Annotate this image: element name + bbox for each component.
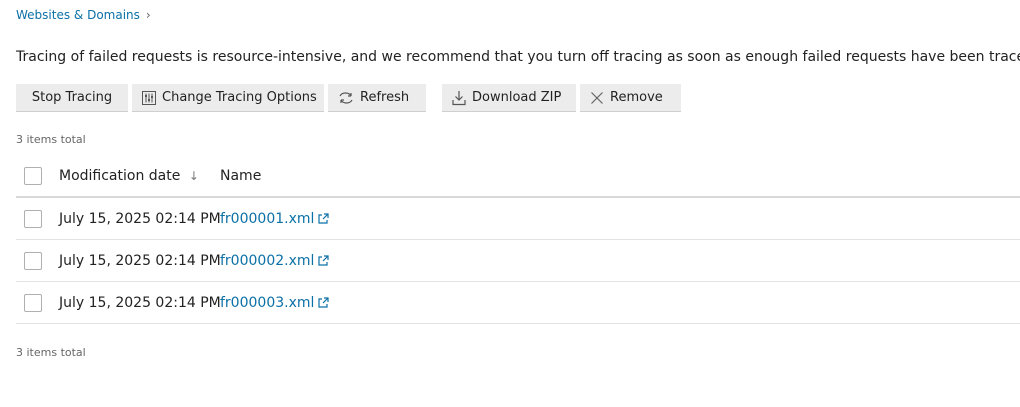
download-zip-button[interactable]: Download ZIP (442, 84, 576, 112)
row-checkbox[interactable] (24, 293, 42, 312)
download-icon (452, 90, 466, 106)
sort-down-icon: ↓ (188, 169, 199, 183)
table-header: Modification date ↓ Name (16, 156, 1020, 198)
chevron-right-icon: › (145, 8, 151, 22)
table-row: July 15, 2025 02:14 PM fr000001.xml (16, 198, 1020, 240)
page: Websites & Domains › Tracing of failed r… (0, 0, 1020, 407)
row-name: fr000003.xml (220, 295, 329, 311)
toolbar: Stop Tracing Change Tracing Options Refr… (16, 84, 685, 112)
column-header-date[interactable]: Modification date ↓ (59, 168, 220, 184)
external-link-icon[interactable] (318, 213, 329, 224)
stop-tracing-button[interactable]: Stop Tracing (16, 84, 128, 112)
row-date: July 15, 2025 02:14 PM (59, 294, 221, 311)
external-link-icon[interactable] (318, 297, 329, 308)
refresh-button[interactable]: Refresh (328, 84, 426, 112)
change-tracing-options-label: Change Tracing Options (162, 90, 317, 105)
row-checkbox[interactable] (24, 251, 42, 270)
table-row: July 15, 2025 02:14 PM fr000002.xml (16, 240, 1020, 282)
refresh-icon (338, 91, 354, 105)
row-name: fr000002.xml (220, 253, 329, 269)
table-row: July 15, 2025 02:14 PM fr000003.xml (16, 282, 1020, 324)
row-name: fr000001.xml (220, 211, 329, 227)
remove-label: Remove (610, 90, 663, 105)
select-all-checkbox[interactable] (24, 167, 42, 185)
row-date: July 15, 2025 02:14 PM (59, 210, 221, 227)
refresh-label: Refresh (360, 90, 410, 105)
column-header-name[interactable]: Name (220, 168, 261, 184)
breadcrumb: Websites & Domains › (16, 8, 151, 22)
close-icon (590, 91, 604, 105)
settings-sliders-icon (142, 90, 156, 105)
items-total-top: 3 items total (16, 133, 86, 146)
stop-tracing-label: Stop Tracing (31, 90, 113, 105)
file-link[interactable]: fr000002.xml (220, 253, 314, 269)
files-table: Modification date ↓ Name July 15, 2025 0… (16, 156, 1020, 324)
download-zip-label: Download ZIP (472, 90, 562, 105)
breadcrumb-link[interactable]: Websites & Domains (16, 8, 140, 22)
column-header-date-label: Modification date (59, 168, 181, 184)
row-date: July 15, 2025 02:14 PM (59, 252, 221, 269)
intro-text: Tracing of failed requests is resource-i… (16, 49, 1020, 65)
external-link-icon[interactable] (318, 255, 329, 266)
items-total-bottom: 3 items total (16, 346, 86, 359)
change-tracing-options-button[interactable]: Change Tracing Options (132, 84, 324, 112)
file-link[interactable]: fr000001.xml (220, 211, 314, 227)
remove-button[interactable]: Remove (580, 84, 681, 112)
file-link[interactable]: fr000003.xml (220, 295, 314, 311)
row-checkbox[interactable] (24, 209, 42, 228)
